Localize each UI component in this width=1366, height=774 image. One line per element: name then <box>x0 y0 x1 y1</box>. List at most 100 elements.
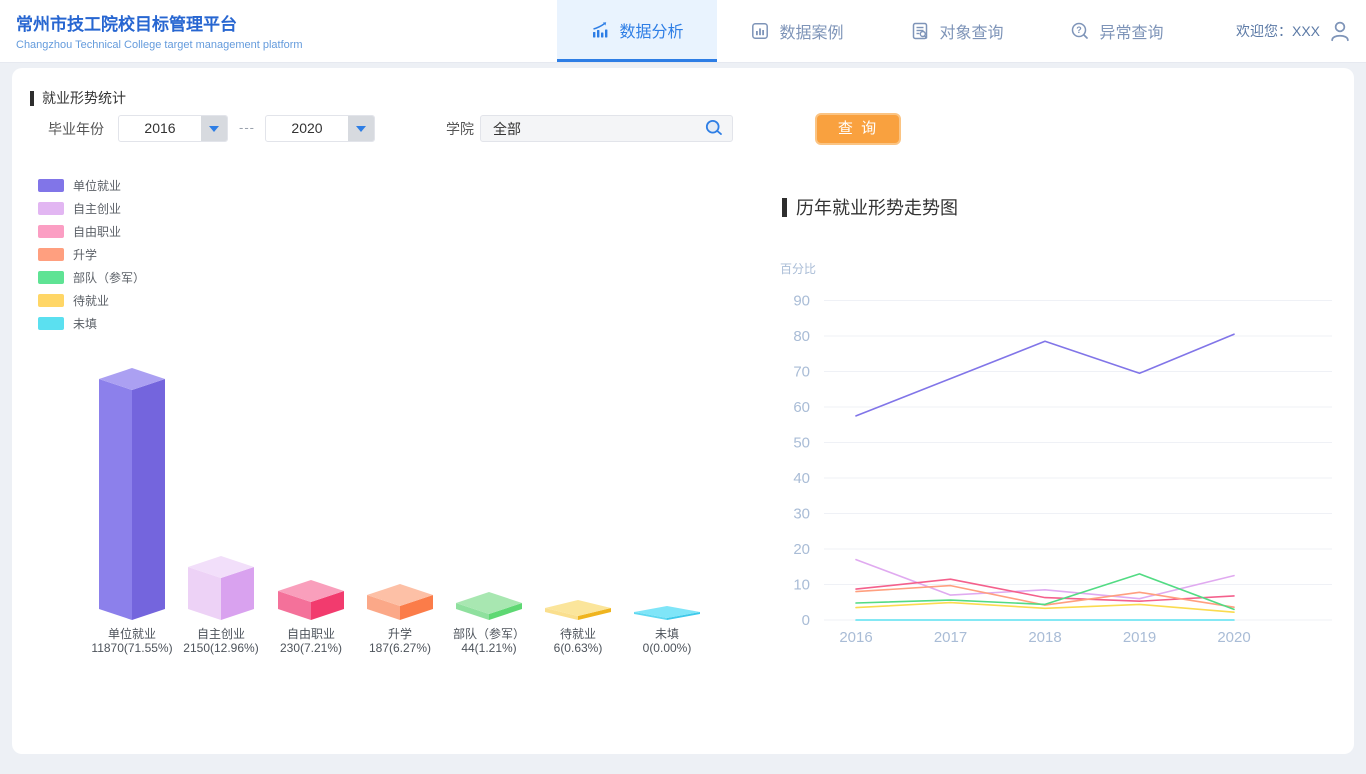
legend-item-6[interactable]: 未填 <box>38 317 145 330</box>
app-subtitle: Changzhou Technical College target manag… <box>16 39 303 51</box>
line-series-0 <box>856 334 1234 416</box>
bar-value-label: 230(7.21%) <box>280 641 342 655</box>
college-search-input[interactable]: 全部 <box>480 115 733 142</box>
nav-label: 对象查询 <box>939 19 1003 43</box>
section-marker <box>30 91 34 106</box>
year-from-select[interactable]: 2016 <box>118 115 228 142</box>
nav-label: 数据分析 <box>619 18 683 42</box>
employment-bar-chart: 单位就业11870(71.55%)自主创业2150(12.96%)自由职业230… <box>30 355 730 665</box>
bar-value-label: 44(1.21%) <box>461 641 516 655</box>
query-button[interactable]: 查 询 <box>815 113 901 145</box>
chevron-down-icon <box>209 126 219 132</box>
college-label: 学院 <box>446 119 474 139</box>
x-tick-label: 2018 <box>1028 629 1061 646</box>
svg-text:?: ? <box>1077 25 1083 35</box>
y-tick-label: 40 <box>793 470 810 487</box>
main-nav: 数据分析 数据案例 <box>557 0 1197 62</box>
line-series-1 <box>856 560 1234 599</box>
trend-title-text: 历年就业形势走势图 <box>796 194 958 220</box>
bar-column-2[interactable]: 自由职业230(7.21%) <box>278 580 344 655</box>
nav-item-object-query[interactable]: 对象查询 <box>877 0 1037 62</box>
legend-label: 升学 <box>73 246 97 263</box>
legend-label: 待就业 <box>73 292 109 309</box>
year-to-dropdown-button[interactable] <box>348 116 374 141</box>
legend-swatch <box>38 179 64 192</box>
app-title: 常州市技工院校目标管理平台 <box>16 10 303 35</box>
bar-category-label: 升学 <box>388 626 412 641</box>
legend-label: 未填 <box>73 315 97 332</box>
y-tick-label: 30 <box>793 506 810 523</box>
y-axis-title: 百分比 <box>780 260 816 277</box>
bar-column-3[interactable]: 升学187(6.27%) <box>367 584 433 655</box>
legend-item-3[interactable]: 升学 <box>38 248 145 261</box>
bar-column-0[interactable]: 单位就业11870(71.55%) <box>91 368 172 655</box>
x-tick-label: 2017 <box>934 629 967 646</box>
y-tick-label: 0 <box>802 612 810 629</box>
nav-item-anomaly-query[interactable]: ? 异常查询 <box>1037 0 1197 62</box>
y-tick-label: 10 <box>793 577 810 594</box>
bar-category-label: 自由职业 <box>287 627 335 641</box>
brand: 常州市技工院校目标管理平台 Changzhou Technical Colleg… <box>16 10 303 51</box>
chevron-down-icon <box>356 126 366 132</box>
y-tick-label: 60 <box>793 399 810 416</box>
legend-item-0[interactable]: 单位就业 <box>38 179 145 192</box>
nav-item-data-cases[interactable]: 数据案例 <box>717 0 877 62</box>
year-range-separator: --- <box>239 120 255 135</box>
legend-swatch <box>38 294 64 307</box>
legend-item-1[interactable]: 自主创业 <box>38 202 145 215</box>
main-card: 就业形势统计 毕业年份 2016 --- 2020 学院 全部 查 询 单位就业… <box>12 68 1354 754</box>
legend-label: 单位就业 <box>73 177 121 194</box>
graduation-year-label: 毕业年份 <box>48 119 104 139</box>
bar-column-4[interactable]: 部队（参军）44(1.21%) <box>453 592 525 655</box>
bar-category-label: 待就业 <box>560 627 596 641</box>
nav-label: 异常查询 <box>1099 19 1163 43</box>
year-from-value: 2016 <box>119 116 201 141</box>
user-area[interactable]: 欢迎您：XXX <box>1236 0 1352 62</box>
legend-swatch <box>38 271 64 284</box>
legend-item-2[interactable]: 自由职业 <box>38 225 145 238</box>
app-header: 常州市技工院校目标管理平台 Changzhou Technical Colleg… <box>0 0 1366 62</box>
bar-column-6[interactable]: 未填0(0.00%) <box>634 606 700 655</box>
college-input-value: 全部 <box>481 119 704 139</box>
employment-trend-line-chart: 010203040506070809020162017201820192020 <box>780 290 1355 662</box>
bar-category-label: 部队（参军） <box>453 626 525 641</box>
x-tick-label: 2016 <box>839 629 872 646</box>
legend-item-5[interactable]: 待就业 <box>38 294 145 307</box>
section-title-employment-stats: 就业形势统计 <box>30 88 126 108</box>
legend-swatch <box>38 202 64 215</box>
bar-chart-legend: 单位就业自主创业自由职业升学部队（参军） 待就业未填 <box>38 179 145 330</box>
legend-item-4[interactable]: 部队（参军） <box>38 271 145 284</box>
bar-column-5[interactable]: 待就业6(0.63%) <box>545 600 611 655</box>
legend-swatch <box>38 225 64 238</box>
year-from-dropdown-button[interactable] <box>201 116 227 141</box>
y-tick-label: 20 <box>793 541 810 558</box>
y-tick-label: 80 <box>793 328 810 345</box>
y-tick-label: 50 <box>793 435 810 452</box>
bar-column-1[interactable]: 自主创业2150(12.96%) <box>183 556 258 655</box>
magnifier-icon[interactable] <box>704 118 725 139</box>
bar-category-label: 未填 <box>655 627 679 641</box>
bar-category-label: 自主创业 <box>197 627 245 641</box>
report-icon <box>750 21 770 41</box>
bar-value-label: 2150(12.96%) <box>183 641 258 655</box>
legend-swatch <box>38 317 64 330</box>
legend-label: 部队（参军） <box>73 269 145 286</box>
bar-value-label: 187(6.27%) <box>369 641 431 655</box>
bar-chart-arrow-icon <box>590 20 610 40</box>
year-to-select[interactable]: 2020 <box>265 115 375 142</box>
y-tick-label: 70 <box>793 364 810 381</box>
question-search-icon: ? <box>1070 21 1090 41</box>
y-tick-label: 90 <box>793 293 810 310</box>
person-icon[interactable] <box>1328 19 1352 43</box>
bar-value-label: 6(0.63%) <box>554 641 603 655</box>
section-marker <box>782 198 787 217</box>
bar-value-label: 11870(71.55%) <box>91 641 172 655</box>
bar-category-label: 单位就业 <box>108 626 156 641</box>
welcome-text: 欢迎您：XXX <box>1236 21 1320 41</box>
nav-item-data-analysis[interactable]: 数据分析 <box>557 0 717 62</box>
document-search-icon <box>910 21 930 41</box>
legend-swatch <box>38 248 64 261</box>
trend-chart-title: 历年就业形势走势图 <box>782 194 958 220</box>
legend-label: 自由职业 <box>73 223 121 240</box>
year-to-value: 2020 <box>266 116 348 141</box>
